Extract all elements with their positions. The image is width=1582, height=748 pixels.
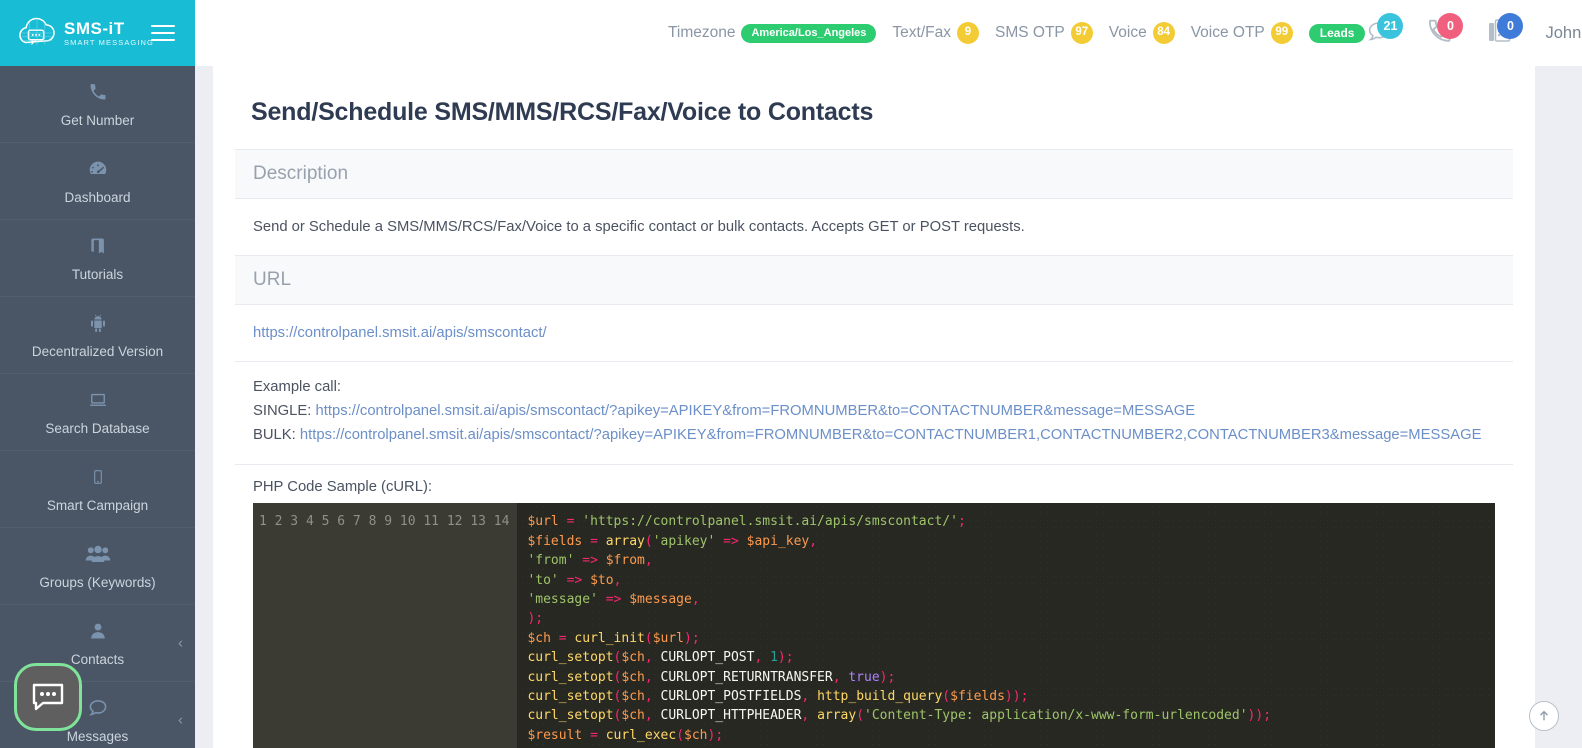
- chat-notification-button[interactable]: 21: [1365, 13, 1404, 50]
- top-bar: Timezone America/Los_Angeles Text/Fax 9 …: [195, 0, 1582, 66]
- code-line-numbers: 1 2 3 4 5 6 7 8 9 10 11 12 13 14: [253, 503, 518, 748]
- api-url-link[interactable]: https://controlpanel.smsit.ai/apis/smsco…: [253, 325, 547, 341]
- stat-badge: 9: [957, 22, 979, 44]
- stat-timezone[interactable]: Timezone America/Los_Angeles: [668, 23, 877, 43]
- sidebar-item-label: Search Database: [45, 421, 150, 436]
- stat-label: Timezone: [668, 24, 736, 41]
- page-title: Send/Schedule SMS/MMS/RCS/Fax/Voice to C…: [251, 98, 874, 126]
- laptop-icon: [86, 388, 110, 412]
- description-section-heading: Description: [235, 149, 1513, 199]
- topbar-right: 21 0 0 John: [1365, 13, 1582, 50]
- single-label: SINGLE:: [253, 403, 312, 420]
- sidebar-item-label: Tutorials: [71, 267, 124, 282]
- stat-badge: 99: [1270, 22, 1293, 44]
- description-text: Send or Schedule a SMS/MMS/RCS/Fax/Voice…: [253, 219, 1025, 235]
- example-bulk-row: BULK: https://controlpanel.smsit.ai/apis…: [253, 424, 1495, 448]
- chat-count: 21: [1377, 13, 1404, 39]
- phone-icon: [88, 80, 108, 104]
- brand-subtitle: SMART MESSAGING: [64, 37, 154, 47]
- chat-widget-button[interactable]: [14, 663, 82, 731]
- call-count: 0: [1437, 13, 1464, 39]
- brand-title: SMS-iT: [64, 18, 125, 38]
- users-icon: [85, 542, 111, 566]
- code-content[interactable]: $url = 'https://controlpanel.smsit.ai/ap…: [517, 503, 1495, 748]
- example-call-label: Example call:: [253, 379, 341, 396]
- stat-label: Voice: [1108, 24, 1147, 41]
- user-icon: [88, 619, 108, 643]
- mobile-icon: [90, 465, 106, 489]
- example-call-block: Example call: SINGLE: https://controlpan…: [235, 362, 1513, 466]
- fax-count: 0: [1497, 13, 1524, 39]
- user-menu[interactable]: John ▾: [1545, 24, 1582, 43]
- leads-badge[interactable]: Leads: [1308, 23, 1366, 43]
- sidebar: SMS-iT SMART MESSAGING Get Number Dashbo…: [0, 0, 195, 748]
- sidebar-item-label: Smart Campaign: [46, 498, 149, 513]
- bulk-label: BULK:: [253, 427, 296, 444]
- sidebar-item-label: Groups (Keywords): [39, 575, 156, 590]
- sidebar-item-decentralized-version[interactable]: Decentralized Version: [0, 297, 195, 374]
- stat-label: Text/Fax: [892, 24, 951, 41]
- book-icon: [88, 234, 108, 258]
- content-area: Send/Schedule SMS/MMS/RCS/Fax/Voice to C…: [195, 66, 1582, 748]
- app-root: SMS-iT SMART MESSAGING Get Number Dashbo…: [0, 0, 1582, 748]
- speech-bubble-icon: [86, 696, 110, 720]
- stat-badge: 84: [1152, 22, 1175, 44]
- php-code-sample[interactable]: 1 2 3 4 5 6 7 8 9 10 11 12 13 14 $url = …: [253, 503, 1495, 748]
- hamburger-menu-icon[interactable]: [151, 20, 175, 46]
- sidebar-item-tutorials[interactable]: Tutorials: [0, 220, 195, 297]
- stat-voice-otp[interactable]: Voice OTP 99: [1191, 22, 1293, 44]
- sidebar-item-dashboard[interactable]: Dashboard: [0, 143, 195, 220]
- sidebar-item-label: Get Number: [60, 113, 135, 128]
- stat-label: Voice OTP: [1190, 24, 1265, 41]
- stat-badge: America/Los_Angeles: [741, 23, 877, 43]
- user-name: John: [1545, 23, 1582, 42]
- url-section-heading: URL: [235, 255, 1513, 306]
- brand-text: SMS-iT SMART MESSAGING: [64, 20, 154, 47]
- dashboard-icon: [87, 157, 109, 181]
- single-example-link[interactable]: https://controlpanel.smsit.ai/apis/smsco…: [316, 403, 1196, 419]
- stat-badge: 97: [1070, 22, 1093, 44]
- sidebar-item-search-database[interactable]: Search Database: [0, 374, 195, 451]
- stat-sms-otp[interactable]: SMS OTP 97: [995, 22, 1093, 44]
- sidebar-item-label: Messages: [66, 729, 129, 744]
- sidebar-item-label: Decentralized Version: [31, 344, 164, 359]
- android-icon: [88, 311, 108, 335]
- stat-voice[interactable]: Voice 84: [1109, 22, 1175, 44]
- chevron-left-icon: ‹: [178, 711, 183, 729]
- bulk-example-link[interactable]: https://controlpanel.smsit.ai/apis/smsco…: [300, 427, 1482, 443]
- sidebar-item-label: Contacts: [70, 652, 125, 667]
- sms-it-cloud-logo-icon: [14, 14, 60, 52]
- topbar-stats: Timezone America/Los_Angeles Text/Fax 9 …: [668, 22, 1366, 44]
- stat-text-fax[interactable]: Text/Fax 9: [892, 22, 979, 44]
- example-single-row: SINGLE: https://controlpanel.smsit.ai/ap…: [253, 400, 1495, 424]
- sidebar-item-smart-campaign[interactable]: Smart Campaign: [0, 451, 195, 528]
- fax-notification-button[interactable]: 0: [1485, 13, 1524, 50]
- sidebar-item-groups-keywords[interactable]: Groups (Keywords): [0, 528, 195, 605]
- chevron-left-icon: ‹: [178, 634, 183, 652]
- api-doc-card: Send/Schedule SMS/MMS/RCS/Fax/Voice to C…: [213, 66, 1535, 748]
- brand-header[interactable]: SMS-iT SMART MESSAGING: [0, 0, 195, 66]
- scroll-to-top-button[interactable]: [1529, 701, 1559, 731]
- sidebar-item-get-number[interactable]: Get Number: [0, 66, 195, 143]
- url-row: https://controlpanel.smsit.ai/apis/smsco…: [235, 305, 1513, 363]
- sidebar-item-label: Dashboard: [64, 190, 131, 205]
- call-notification-button[interactable]: 0: [1425, 13, 1464, 50]
- php-sample-label: PHP Code Sample (cURL):: [253, 479, 433, 496]
- stat-label: SMS OTP: [995, 24, 1065, 41]
